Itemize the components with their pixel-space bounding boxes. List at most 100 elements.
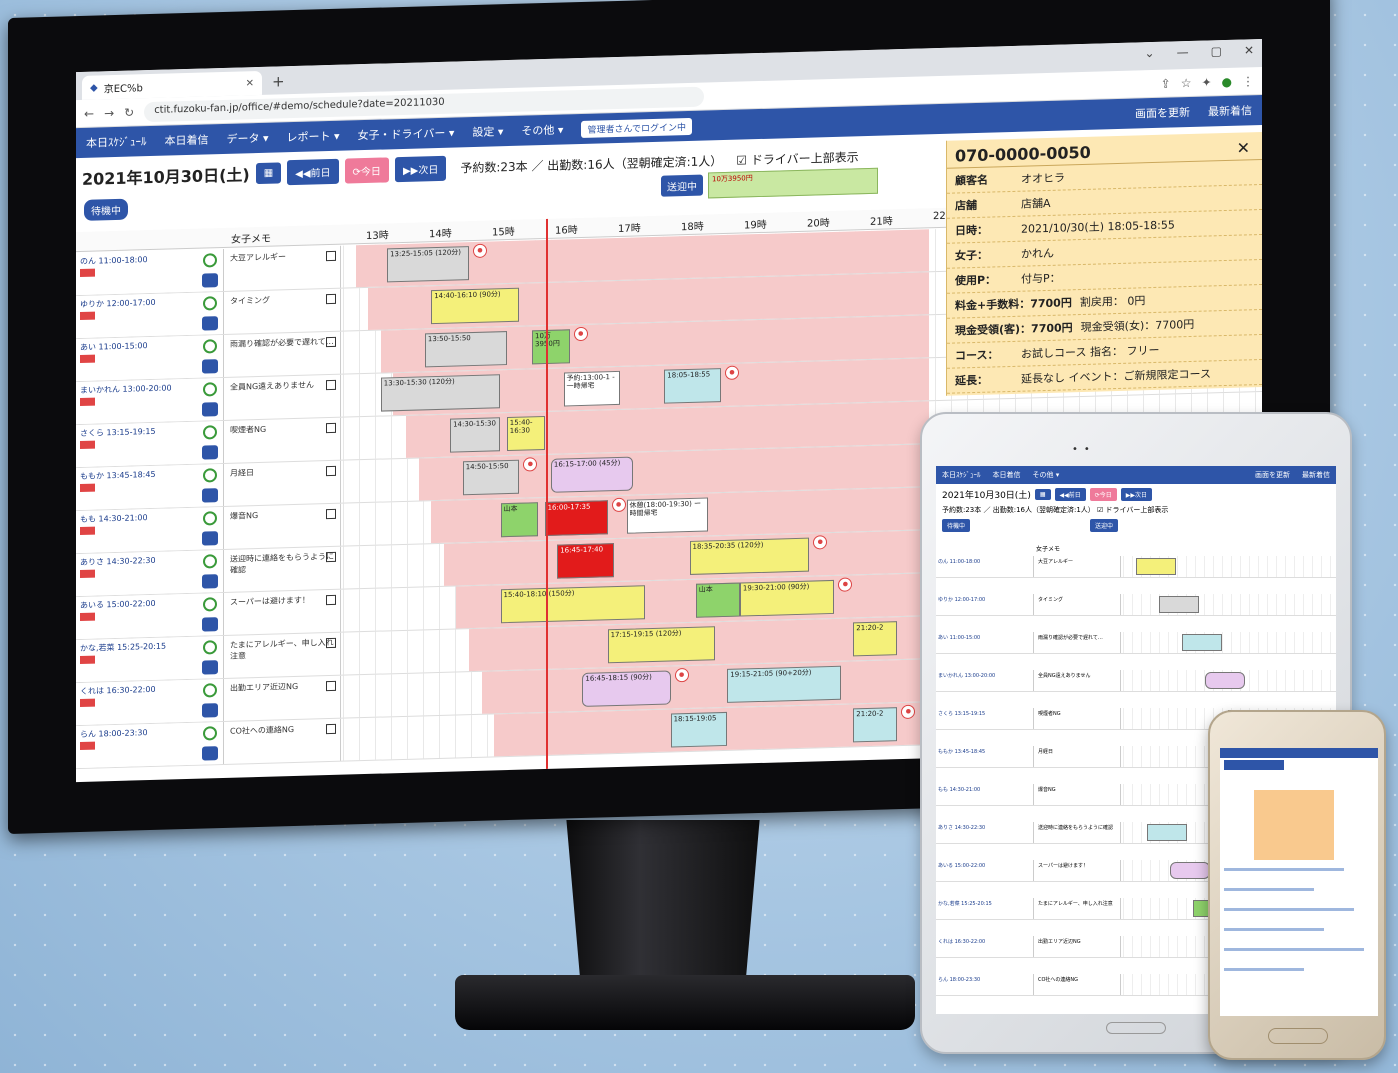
edit-memo-icon[interactable] bbox=[326, 293, 336, 305]
reload-icon[interactable]: ↻ bbox=[124, 105, 134, 119]
staff-memo-cell[interactable]: たまにアレルギー、申し入れ注意 bbox=[226, 632, 341, 678]
tablet-staff-memo[interactable]: 大豆アレルギー bbox=[1036, 556, 1121, 577]
booking-block[interactable]: 14:50-15:50 bbox=[462, 459, 520, 496]
booking-block[interactable]: 15:40-16:30 bbox=[506, 416, 545, 452]
edit-memo-icon[interactable] bbox=[326, 508, 336, 520]
menu-dots-icon[interactable]: ⋮ bbox=[1242, 74, 1254, 88]
edit-memo-icon[interactable] bbox=[326, 680, 336, 692]
tablet-booking-block[interactable] bbox=[1182, 634, 1222, 651]
staff-name-cell[interactable]: のん 11:00-18:00 bbox=[76, 248, 224, 296]
edit-memo-icon[interactable] bbox=[326, 422, 336, 434]
booking-block[interactable]: 15:40-18:10 (150分) bbox=[500, 585, 646, 624]
booking-block[interactable]: 17:15-19:15 (120分) bbox=[607, 626, 715, 664]
checkin-icon[interactable] bbox=[202, 402, 218, 417]
edit-memo-icon[interactable] bbox=[326, 250, 336, 262]
chat-icon[interactable] bbox=[203, 554, 217, 569]
tablet-staff-name[interactable]: あいる 15:00-22:00 bbox=[936, 860, 1034, 881]
tablet-nav-latest[interactable]: 最新着信 bbox=[1302, 470, 1330, 480]
staff-name-cell[interactable]: らん 18:00-23:30 bbox=[76, 721, 224, 769]
checkin-icon[interactable] bbox=[202, 359, 218, 374]
booking-block[interactable]: 16:45-17:40 bbox=[557, 543, 614, 579]
staff-name[interactable]: ももか 13:45-18:45 bbox=[80, 470, 156, 481]
booking-block[interactable]: 16:00-17:35 bbox=[544, 500, 608, 537]
staff-name[interactable]: あいる 15:00-22:00 bbox=[80, 599, 156, 610]
staff-name[interactable]: まいかれん 13:00-20:00 bbox=[80, 383, 172, 395]
browser-tab[interactable]: ◆ 京EC%b ✕ bbox=[82, 70, 262, 100]
checkin-icon[interactable] bbox=[202, 617, 218, 632]
edit-memo-icon[interactable] bbox=[326, 551, 336, 563]
tablet-staff-name[interactable]: くれは 16:30-22:00 bbox=[936, 936, 1034, 957]
tablet-staff-name[interactable]: らん 18:00-23:30 bbox=[936, 974, 1034, 995]
chat-icon[interactable] bbox=[203, 640, 217, 655]
staff-name[interactable]: かな,若菜 15:25-20:15 bbox=[80, 642, 166, 653]
edit-memo-icon[interactable] bbox=[326, 465, 336, 477]
nav-report[interactable]: レポート ▾ bbox=[287, 128, 340, 145]
staff-memo-cell[interactable]: CO社への連絡NG bbox=[226, 718, 341, 764]
tablet-staff-memo[interactable]: 喫煙者NG bbox=[1036, 708, 1121, 729]
staff-name-cell[interactable]: まいかれん 13:00-20:00 bbox=[76, 377, 224, 425]
staff-name-cell[interactable]: ゆりか 12:00-17:00 bbox=[76, 291, 224, 339]
staff-name[interactable]: ありさ 14:30-22:30 bbox=[80, 556, 156, 567]
tablet-booking-block[interactable] bbox=[1147, 824, 1187, 841]
tablet-staff-memo[interactable]: CO社への連絡NG bbox=[1036, 974, 1121, 995]
booking-block[interactable]: 16:15-17:00 (45分) bbox=[550, 456, 633, 493]
tablet-nav-refresh[interactable]: 画面を更新 bbox=[1255, 470, 1290, 480]
tablet-status-badge[interactable]: 待機中 bbox=[942, 519, 971, 532]
latest-calls-button[interactable]: 最新着信 bbox=[1208, 102, 1252, 119]
minimize-icon[interactable]: — bbox=[1177, 45, 1189, 59]
checkin-icon[interactable] bbox=[202, 531, 218, 546]
back-icon[interactable]: ← bbox=[84, 106, 94, 120]
tablet-staff-name[interactable]: ももか 13:45-18:45 bbox=[936, 746, 1034, 767]
tablet-next-button[interactable]: ▶▶次日 bbox=[1120, 488, 1153, 501]
chat-icon[interactable] bbox=[203, 468, 217, 483]
staff-memo-cell[interactable]: 出勤エリア近辺NG bbox=[226, 675, 341, 721]
checkin-icon[interactable] bbox=[202, 746, 218, 761]
tablet-staff-name[interactable]: もも 14:30-21:00 bbox=[936, 784, 1034, 805]
staff-name[interactable]: もも 14:30-21:00 bbox=[80, 513, 148, 524]
staff-name-cell[interactable]: くれは 16:30-22:00 bbox=[76, 678, 224, 726]
staff-memo-cell[interactable]: 送迎時に連絡をもらうように確認 bbox=[226, 546, 341, 592]
booking-block[interactable]: 休憩(18:00-19:30) ー時間帰宅 bbox=[626, 497, 709, 534]
checkin-icon[interactable] bbox=[202, 574, 218, 589]
tablet-staff-name[interactable]: ありさ 14:30-22:30 bbox=[936, 822, 1034, 843]
nav-settings[interactable]: 設定 ▾ bbox=[472, 123, 503, 140]
edit-memo-icon[interactable] bbox=[326, 594, 336, 606]
checkin-icon[interactable] bbox=[202, 445, 218, 460]
staff-memo-cell[interactable]: 全員NG遠えありません bbox=[226, 374, 341, 420]
chat-icon[interactable] bbox=[203, 683, 217, 698]
staff-name[interactable]: くれは 16:30-22:00 bbox=[80, 685, 156, 696]
tablet-home-button[interactable] bbox=[1106, 1022, 1166, 1034]
tablet-staff-name[interactable]: ゆりか 12:00-17:00 bbox=[936, 594, 1034, 615]
booking-block[interactable]: 19:15-21:05 (90+20分) bbox=[727, 665, 841, 703]
chat-icon[interactable] bbox=[203, 253, 217, 268]
checkin-icon[interactable] bbox=[202, 316, 218, 331]
sending-badge[interactable]: 送迎中 bbox=[661, 174, 703, 197]
puzzle-icon[interactable]: ✦ bbox=[1201, 75, 1211, 89]
staff-name-cell[interactable]: さくら 13:15-19:15 bbox=[76, 420, 224, 468]
booking-block[interactable]: 18:15-19:05 bbox=[670, 711, 728, 748]
driver-pickup-icon[interactable]: ● bbox=[573, 326, 588, 342]
edit-memo-icon[interactable] bbox=[326, 637, 336, 649]
nav-other[interactable]: その他 ▾ bbox=[521, 121, 563, 138]
booking-block[interactable]: 13:50-15:50 bbox=[424, 331, 507, 368]
tablet-row-timeline[interactable] bbox=[1123, 632, 1336, 653]
booking-block[interactable]: 19:30-21:00 (90分) bbox=[739, 579, 835, 617]
status-badge[interactable]: 待機中 bbox=[84, 198, 128, 221]
booking-block[interactable]: 13:25-15:05 (120分) bbox=[387, 246, 469, 283]
staff-memo-cell[interactable]: スーパーは避けます！ bbox=[226, 589, 341, 635]
tablet-prev-button[interactable]: ◀◀前日 bbox=[1054, 488, 1086, 501]
driver-band[interactable]: 10万3950円 bbox=[708, 167, 878, 199]
staff-name[interactable]: のん 11:00-18:00 bbox=[80, 255, 148, 266]
staff-name[interactable]: さくら 13:15-19:15 bbox=[80, 427, 156, 438]
nav-schedule[interactable]: 本日ｽｹｼﾞｭｰﾙ bbox=[86, 133, 147, 151]
tablet-staff-memo[interactable]: 爆音NG bbox=[1036, 784, 1121, 805]
tablet-staff-memo[interactable]: 月経日 bbox=[1036, 746, 1121, 767]
tablet-sending-badge[interactable]: 送迎中 bbox=[1090, 519, 1119, 532]
nav-incoming[interactable]: 本日着信 bbox=[165, 131, 209, 148]
driver-pickup-icon[interactable]: ● bbox=[674, 667, 689, 683]
calendar-icon[interactable]: ▦ bbox=[255, 161, 282, 184]
edit-memo-icon[interactable] bbox=[326, 723, 336, 735]
tablet-nav-schedule[interactable]: 本日ｽｹｼﾞｭｰﾙ bbox=[942, 470, 981, 480]
tablet-nav-incoming[interactable]: 本日着信 bbox=[993, 470, 1021, 480]
driver-toggle-checkbox[interactable]: ☑ ドライバー上部表示 bbox=[736, 148, 858, 168]
